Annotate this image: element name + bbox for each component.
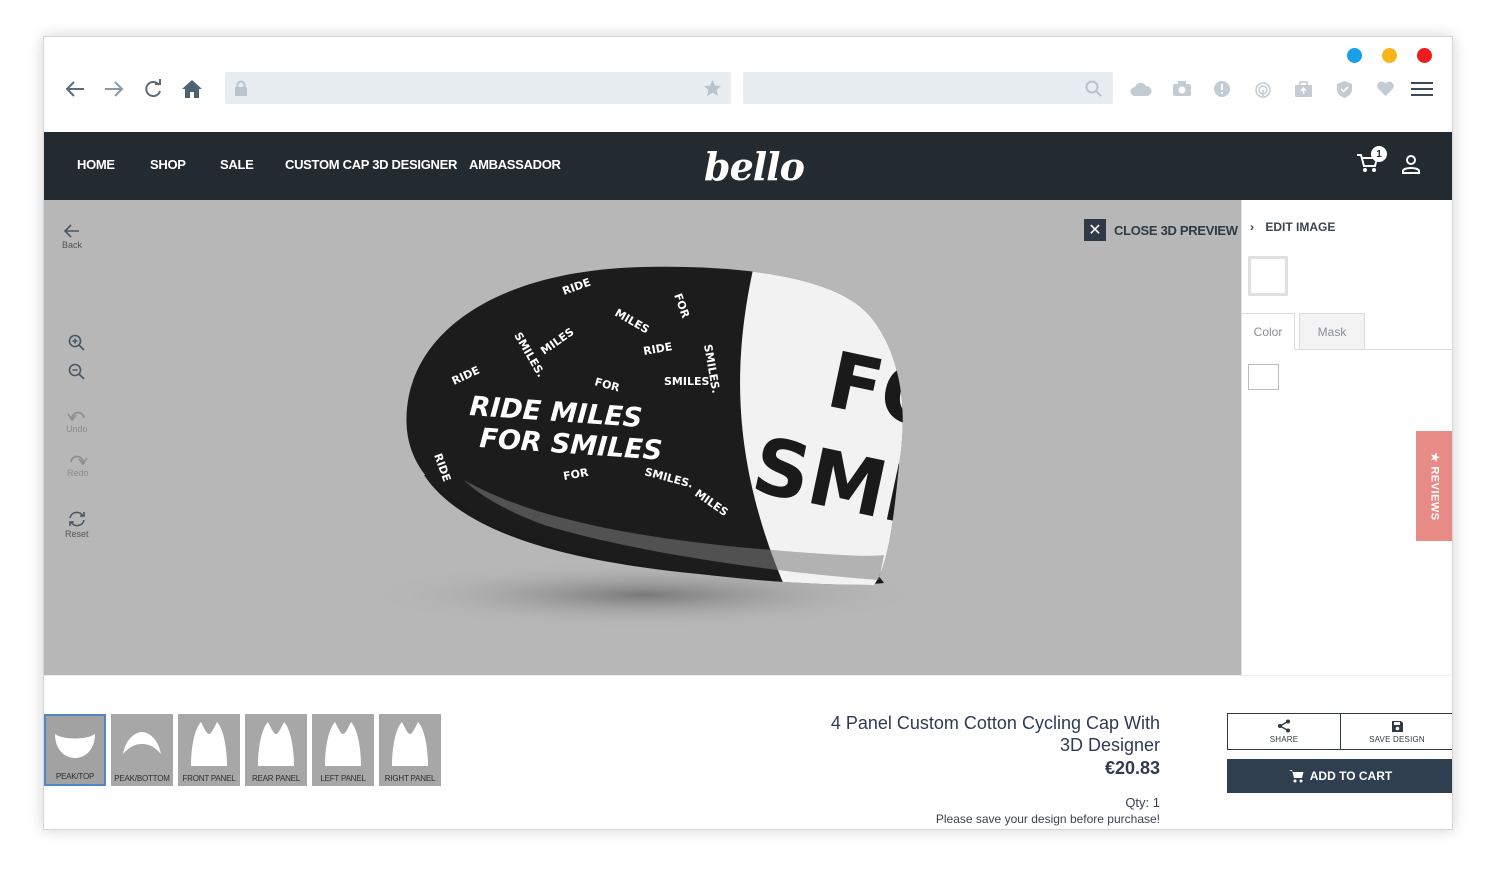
cycling-cap-3d-model: RIDE MILES FOR SMILES. MILES RIDE SMILES… xyxy=(364,266,914,629)
reset-label: Reset xyxy=(65,529,89,539)
color-swatch[interactable] xyxy=(1248,364,1279,390)
part-peak-bottom[interactable]: PEAK/BOTTOM xyxy=(111,714,173,786)
zoom-in-button[interactable] xyxy=(68,334,85,351)
peak-top-shape-icon xyxy=(55,734,95,758)
reviews-tab[interactable]: ★ REVIEWS xyxy=(1416,431,1452,541)
tab-mask[interactable]: Mask xyxy=(1299,313,1365,350)
edit-image-label: EDIT IMAGE xyxy=(1265,220,1336,234)
alert-icon[interactable] xyxy=(1211,79,1233,99)
part-left-panel[interactable]: LEFT PANEL xyxy=(312,714,374,786)
tab-divider xyxy=(1295,349,1452,350)
product-footer: PEAK/TOP PEAK/BOTTOM FRONT PANEL REAR PA… xyxy=(44,675,1452,829)
shield-icon[interactable] xyxy=(1333,79,1355,99)
fingerprint-icon[interactable] xyxy=(1252,79,1274,99)
star-icon[interactable] xyxy=(704,80,721,96)
undo-button[interactable]: Undo xyxy=(66,410,88,434)
cap-pattern-word: SMILES. xyxy=(664,375,714,388)
redo-icon xyxy=(69,455,88,466)
nav-home[interactable]: HOME xyxy=(77,157,115,172)
nav-sale[interactable]: SALE xyxy=(220,157,254,172)
site-logo[interactable]: bello xyxy=(704,144,805,189)
hamburger-menu-icon[interactable] xyxy=(1411,79,1433,99)
search-icon[interactable] xyxy=(1085,80,1102,97)
part-peak-top[interactable]: PEAK/TOP xyxy=(44,714,106,786)
lock-icon xyxy=(235,80,247,96)
window-dot-red[interactable] xyxy=(1417,48,1432,63)
part-label: RIGHT PANEL xyxy=(384,774,436,783)
peak-bottom-shape-icon xyxy=(123,732,161,754)
back-label: Back xyxy=(62,240,83,250)
nav-shop[interactable]: SHOP xyxy=(150,157,186,172)
share-button[interactable]: SHARE xyxy=(1227,713,1341,750)
cart-button[interactable]: 1 xyxy=(1356,146,1387,179)
address-bar[interactable] xyxy=(225,72,731,104)
search-bar[interactable] xyxy=(743,72,1113,104)
site-header: HOME SHOP SALE CUSTOM CAP 3D DESIGNER AM… xyxy=(44,132,1452,200)
save-design-label: SAVE DESIGN xyxy=(1369,734,1425,744)
tab-color[interactable]: Color xyxy=(1242,313,1295,350)
part-label: REAR PANEL xyxy=(251,774,301,783)
cart-count-badge: 1 xyxy=(1371,146,1387,162)
part-label: PEAK/TOP xyxy=(55,772,95,781)
nav-ambassador[interactable]: AMBASSADOR xyxy=(469,157,561,172)
close-icon: ✕ xyxy=(1084,219,1106,241)
left-panel-shape-icon xyxy=(325,722,361,766)
zoom-in-icon xyxy=(68,334,85,351)
part-rear-panel[interactable]: REAR PANEL xyxy=(245,714,307,786)
part-label: PEAK/BOTTOM xyxy=(114,774,170,783)
briefcase-icon[interactable] xyxy=(1292,79,1314,99)
quantity-text: Qty: 1 xyxy=(1125,795,1160,810)
back-arrow-icon[interactable] xyxy=(63,77,87,101)
home-icon[interactable] xyxy=(180,77,204,101)
back-tool[interactable]: Back xyxy=(62,224,82,250)
product-price: €20.83 xyxy=(1104,758,1160,778)
share-label: SHARE xyxy=(1269,735,1299,744)
zoom-out-button[interactable] xyxy=(68,363,85,380)
close-3d-preview-button[interactable]: ✕ CLOSE 3D PREVIEW xyxy=(1084,219,1238,241)
3d-preview-canvas[interactable]: Back Undo Redo Reset ✕ CLOSE 3D PREVIEW xyxy=(44,200,1241,675)
window-dot-yellow[interactable] xyxy=(1382,48,1397,63)
part-right-panel[interactable]: RIGHT PANEL xyxy=(379,714,441,786)
add-to-cart-button[interactable]: ADD TO CART xyxy=(1227,759,1452,793)
forward-arrow-icon[interactable] xyxy=(102,77,126,101)
product-title: 4 Panel Custom Cotton Cycling Cap With 3… xyxy=(830,713,1160,755)
image-upload-slot[interactable] xyxy=(1248,256,1288,296)
reset-button[interactable]: Reset xyxy=(65,511,89,539)
part-label: FRONT PANEL xyxy=(182,774,236,783)
browser-window: HOME SHOP SALE CUSTOM CAP 3D DESIGNER AM… xyxy=(43,36,1453,830)
cart-icon xyxy=(1288,770,1304,783)
save-design-button[interactable]: SAVE DESIGN xyxy=(1340,713,1452,750)
back-arrow-icon xyxy=(64,224,79,238)
heart-icon[interactable] xyxy=(1374,79,1396,99)
add-to-cart-label: ADD TO CART xyxy=(1309,769,1393,783)
save-design-note: Please save your design before purchase! xyxy=(935,812,1160,826)
part-label: LEFT PANEL xyxy=(320,774,366,783)
part-front-panel[interactable]: FRONT PANEL xyxy=(178,714,240,786)
save-icon xyxy=(1391,720,1403,732)
chevron-right-icon: › xyxy=(1250,220,1254,234)
front-panel-shape-icon xyxy=(191,722,227,766)
window-dot-blue[interactable] xyxy=(1347,48,1362,63)
account-icon[interactable] xyxy=(1402,154,1420,179)
redo-label: Redo xyxy=(67,468,89,478)
cloud-upload-icon[interactable] xyxy=(1130,79,1152,99)
camera-icon[interactable] xyxy=(1171,79,1193,99)
browser-chrome xyxy=(44,37,1452,132)
reviews-label: ★ REVIEWS xyxy=(1428,451,1441,521)
nav-custom-cap-designer[interactable]: CUSTOM CAP 3D DESIGNER xyxy=(285,157,457,172)
right-panel-shape-icon xyxy=(392,722,428,766)
share-icon xyxy=(1278,719,1290,733)
rear-panel-shape-icon xyxy=(258,722,294,766)
reload-icon[interactable] xyxy=(141,77,165,101)
undo-label: Undo xyxy=(66,424,88,434)
reset-icon xyxy=(68,511,85,527)
edit-image-toggle[interactable]: › EDIT IMAGE xyxy=(1250,220,1335,234)
close-3d-preview-label: CLOSE 3D PREVIEW xyxy=(1114,222,1238,238)
redo-button[interactable]: Redo xyxy=(67,454,89,478)
zoom-out-icon xyxy=(68,363,85,380)
undo-icon xyxy=(67,411,85,422)
